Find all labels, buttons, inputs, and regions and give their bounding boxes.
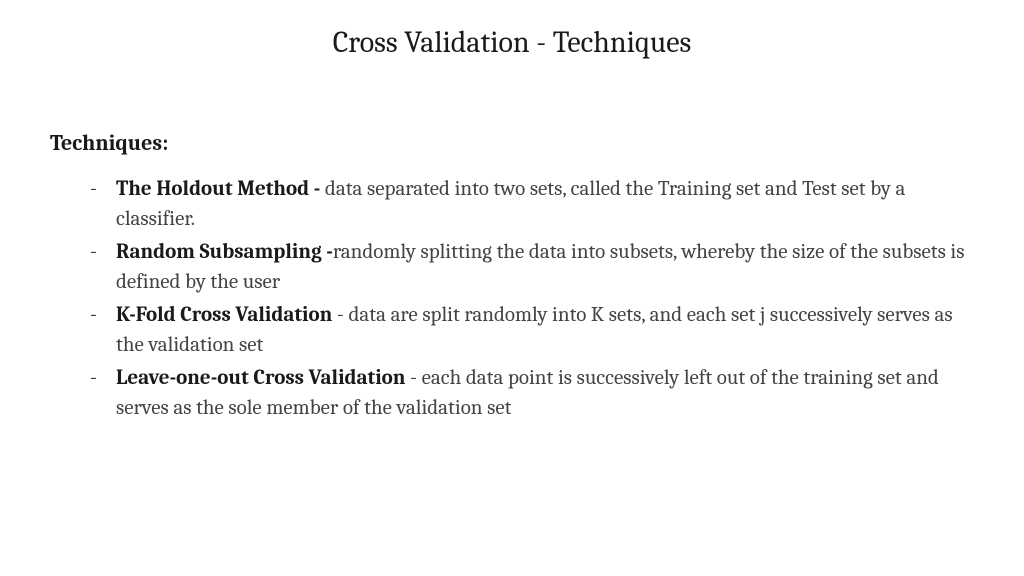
- list-item: The Holdout Method - data separated into…: [90, 174, 974, 235]
- slide-title: Cross Validation - Techniques: [50, 25, 974, 60]
- list-item: Leave-one-out Cross Validation - each da…: [90, 363, 974, 424]
- list-item: Random Subsampling -randomly splitting t…: [90, 237, 974, 298]
- item-name: K-Fold Cross Validation: [116, 303, 332, 327]
- section-heading: Techniques:: [50, 130, 974, 156]
- item-name: Random Subsampling -: [116, 240, 333, 264]
- list-item: K-Fold Cross Validation - data are split…: [90, 300, 974, 361]
- item-name: Leave-one-out Cross Validation: [116, 366, 405, 390]
- techniques-list: The Holdout Method - data separated into…: [50, 174, 974, 424]
- item-name: The Holdout Method -: [116, 177, 325, 201]
